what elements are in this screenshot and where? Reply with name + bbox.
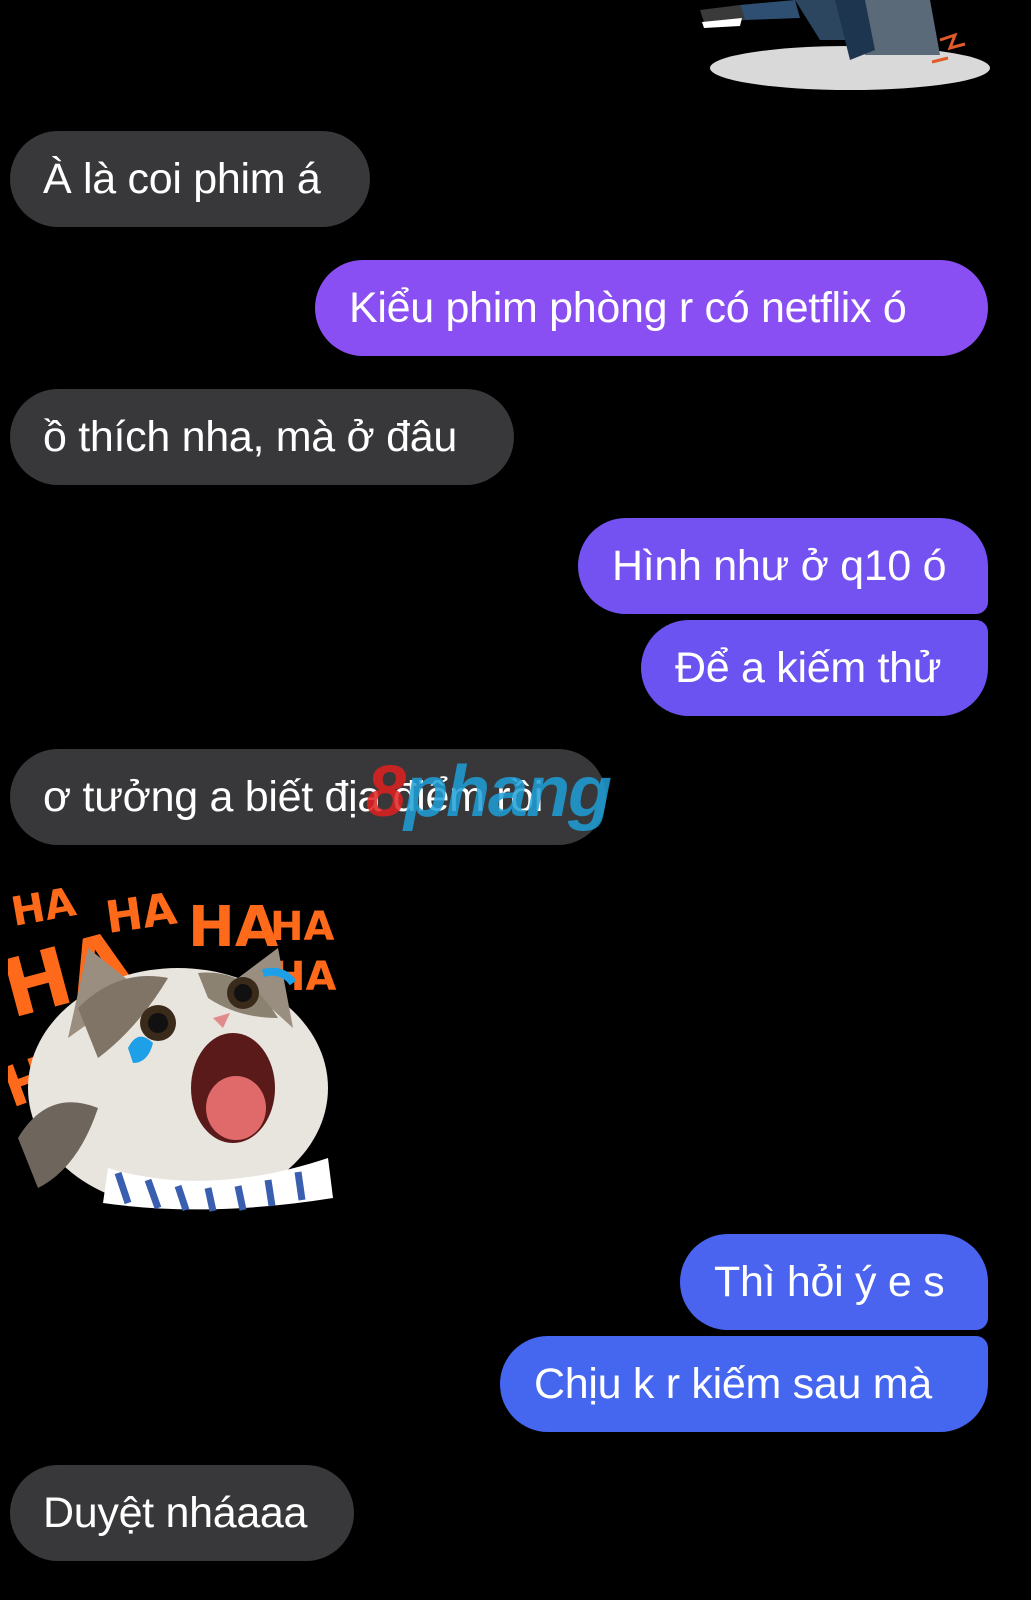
message-text: Duyệt nháaaa (43, 1489, 308, 1537)
watermark-first: 8 (366, 752, 406, 832)
ha-caption: HA (270, 904, 334, 950)
message-text: Chịu k r kiếm sau mà (534, 1360, 932, 1408)
message-text: ồ thích nha, mà ở đâu (43, 413, 457, 461)
message-bubble-outgoing[interactable]: Để a kiếm thử (641, 620, 988, 716)
message-bubble-incoming[interactable]: À là coi phim á (10, 131, 370, 227)
message-bubble-outgoing[interactable]: Chịu k r kiếm sau mà (500, 1336, 988, 1432)
message-bubble-outgoing[interactable]: Hình như ở q10 ó (578, 518, 988, 614)
message-text: Kiểu phim phòng r có netflix ó (349, 284, 907, 332)
message-bubble-incoming[interactable]: ồ thích nha, mà ở đâu (10, 389, 514, 485)
watermark-logo: 8phang (366, 752, 612, 832)
message-bubble-outgoing[interactable]: Thì hỏi ý e s (680, 1234, 988, 1330)
ha-caption: HA (188, 895, 279, 960)
message-bubble-outgoing[interactable]: Kiểu phim phòng r có netflix ó (315, 260, 988, 356)
message-text: À là coi phim á (43, 155, 321, 203)
watermark-rest: phang (404, 752, 612, 832)
laughing-cat-sticker[interactable]: HA HA HA HA HA HA HA (8, 868, 338, 1218)
message-bubble-incoming[interactable]: Duyệt nháaaa (10, 1465, 354, 1561)
message-text: Để a kiếm thử (675, 644, 942, 692)
message-text: Thì hỏi ý e s (714, 1258, 945, 1306)
message-text: Hình như ở q10 ó (612, 542, 947, 590)
cartoon-boy-sticker[interactable] (700, 0, 1000, 100)
